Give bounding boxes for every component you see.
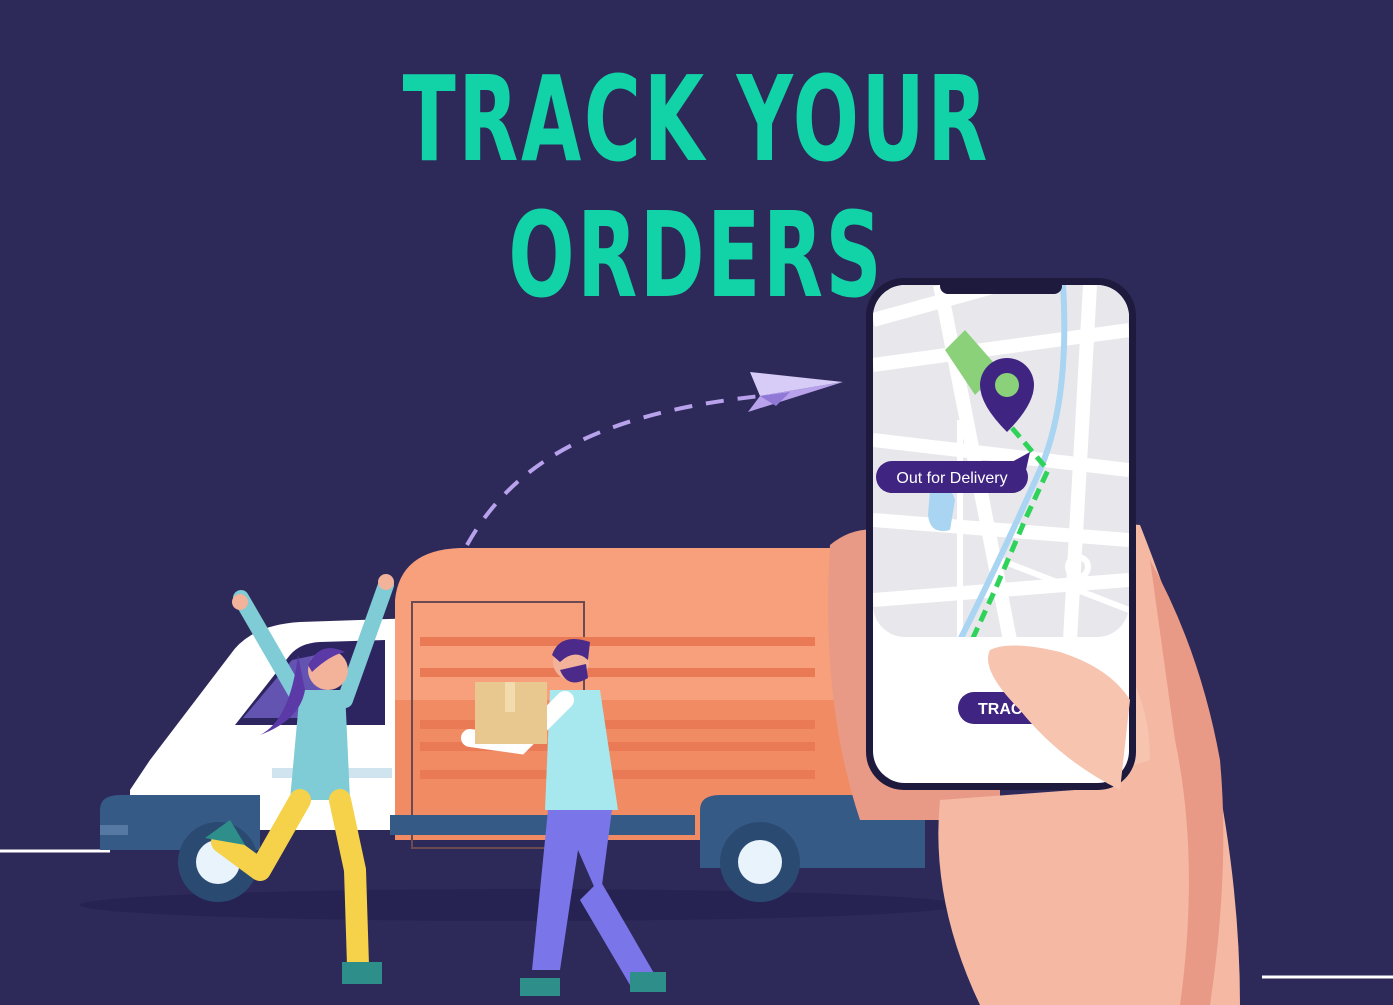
phone-notch xyxy=(940,278,1062,294)
dashed-path xyxy=(465,393,771,546)
delivery-illustration: Out for Delivery TRACK xyxy=(0,278,1393,1005)
status-label: Out for Delivery xyxy=(896,470,1007,487)
paper-plane-icon xyxy=(748,372,843,412)
